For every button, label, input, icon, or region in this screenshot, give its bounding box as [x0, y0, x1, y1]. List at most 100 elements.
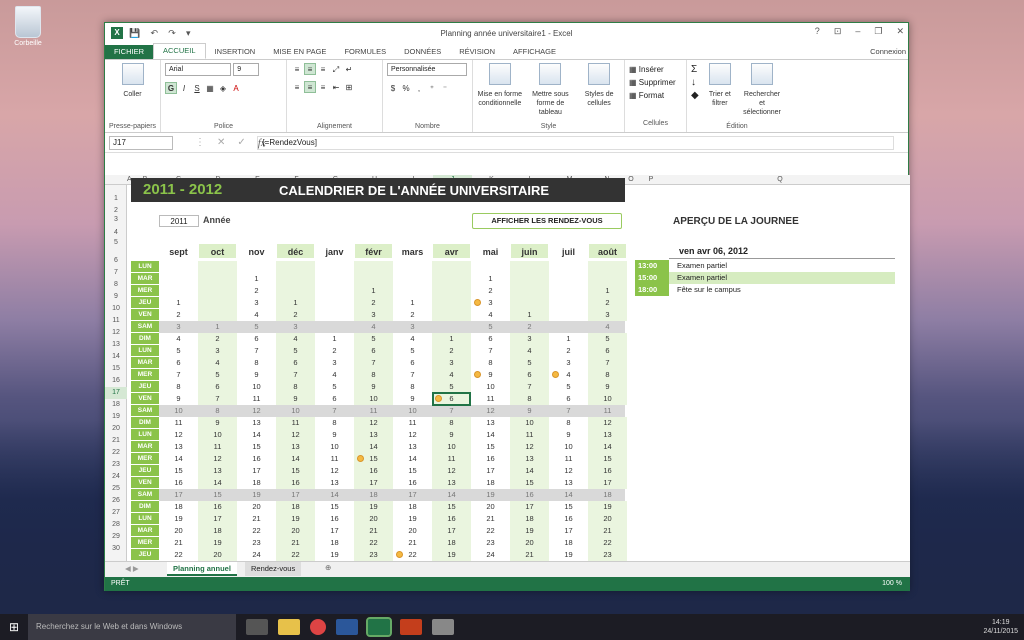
calendar-day-cell[interactable]: 15 — [510, 477, 549, 489]
calendar-day-cell[interactable]: 19 — [276, 513, 315, 525]
calendar-day-cell[interactable]: 15 — [549, 501, 588, 513]
calendar-day-cell[interactable]: 1 — [198, 321, 237, 333]
calendar-day-cell[interactable]: 16 — [354, 465, 393, 477]
calendar-day-cell[interactable]: 8 — [432, 417, 471, 429]
calendar-day-cell[interactable]: 10 — [237, 381, 276, 393]
calendar-day-cell[interactable]: 13 — [354, 429, 393, 441]
calendar-day-cell[interactable]: 4 — [510, 345, 549, 357]
calendar-day-cell[interactable]: 9 — [393, 393, 432, 405]
chrome-icon[interactable] — [310, 619, 326, 635]
tab-revision[interactable]: RÉVISION — [450, 45, 504, 59]
calendar-day-cell[interactable]: 14 — [276, 453, 315, 465]
clock[interactable]: 14:19 24/11/2015 — [983, 618, 1018, 636]
calendar-day-cell[interactable]: 18 — [198, 525, 237, 537]
calendar-day-cell[interactable]: 14 — [510, 465, 549, 477]
calendar-day-cell[interactable]: 1 — [432, 333, 471, 345]
calendar-day-cell[interactable]: 13 — [510, 453, 549, 465]
calendar-day-cell[interactable] — [315, 285, 354, 297]
calendar-day-cell[interactable]: 10 — [549, 441, 588, 453]
calendar-day-cell[interactable]: 20 — [393, 525, 432, 537]
calendar-day-cell[interactable]: 2 — [354, 297, 393, 309]
tab-formules[interactable]: FORMULES — [335, 45, 395, 59]
calendar-day-cell[interactable]: 15 — [315, 501, 354, 513]
calendar-day-cell[interactable]: 8 — [237, 357, 276, 369]
calendar-day-cell[interactable] — [432, 273, 471, 285]
row-header[interactable]: 18 — [105, 399, 127, 411]
calendar-day-cell[interactable]: 18 — [549, 537, 588, 549]
indent-icon[interactable]: ⇤ — [330, 81, 342, 93]
appointment-marker-icon[interactable] — [357, 455, 364, 462]
calendar-day-cell[interactable]: 10 — [588, 393, 627, 405]
calendar-day-cell[interactable] — [159, 261, 198, 273]
calendar-day-cell[interactable] — [198, 297, 237, 309]
autosum-icon[interactable]: Σ ↓ ◆ — [691, 63, 699, 129]
calendar-day-cell[interactable]: 15 — [588, 453, 627, 465]
column-header[interactable]: O — [625, 175, 637, 185]
border-icon[interactable]: ▦ — [204, 82, 216, 94]
calendar-day-cell[interactable]: 9 — [276, 393, 315, 405]
name-box[interactable]: J17 — [109, 135, 173, 150]
row-header[interactable]: 11 — [105, 315, 127, 327]
find-select-button[interactable]: Rechercher et sélectionner — [741, 63, 783, 129]
wrap-icon[interactable]: ↵ — [343, 63, 355, 75]
calendar-day-cell[interactable]: 16 — [588, 465, 627, 477]
calendar-day-cell[interactable]: 18 — [237, 477, 276, 489]
calendar-day-cell[interactable]: 17 — [471, 465, 510, 477]
calendar-day-cell[interactable]: 5 — [549, 381, 588, 393]
row-header[interactable]: 13 — [105, 339, 127, 351]
calendar-day-cell[interactable]: 15 — [276, 465, 315, 477]
calendar-day-cell[interactable]: 5 — [354, 333, 393, 345]
calendar-day-cell[interactable]: 4 — [159, 333, 198, 345]
calendar-day-cell[interactable]: 12 — [276, 429, 315, 441]
customize-icon[interactable]: ▾ — [186, 28, 191, 38]
calendar-day-cell[interactable]: 4 — [315, 369, 354, 381]
calendar-day-cell[interactable]: 13 — [549, 477, 588, 489]
row-header[interactable]: 17 — [105, 387, 127, 399]
calendar-day-cell[interactable]: 6 — [315, 393, 354, 405]
calendar-day-cell[interactable]: 19 — [393, 513, 432, 525]
zoom-level[interactable]: 100 % — [882, 577, 902, 591]
calendar-day-cell[interactable]: 4 — [198, 357, 237, 369]
row-header[interactable]: 26 — [105, 495, 127, 507]
calendar-day-cell[interactable]: 22 — [471, 525, 510, 537]
calendar-day-cell[interactable]: 4 — [276, 333, 315, 345]
calendar-day-cell[interactable]: 12 — [315, 465, 354, 477]
row-header[interactable]: 7 — [105, 267, 127, 279]
calendar-day-cell[interactable]: 2 — [159, 309, 198, 321]
calendar-day-cell[interactable]: 14 — [471, 429, 510, 441]
calendar-day-cell[interactable]: 12 — [471, 405, 510, 417]
calendar-day-cell[interactable]: 22 — [159, 549, 198, 561]
ribbon-display-icon[interactable]: ⊡ — [834, 26, 842, 37]
calendar-day-cell[interactable]: 20 — [471, 501, 510, 513]
calendar-day-cell[interactable]: 4 — [237, 309, 276, 321]
calendar-day-cell[interactable]: 7 — [393, 369, 432, 381]
minimize-button[interactable]: – — [855, 26, 860, 37]
calendar-day-cell[interactable]: 22 — [354, 537, 393, 549]
calendar-day-cell[interactable]: 3 — [159, 321, 198, 333]
row-header[interactable]: 30 — [105, 543, 127, 555]
calendar-day-cell[interactable] — [549, 297, 588, 309]
calendar-day-cell[interactable]: 11 — [471, 393, 510, 405]
calendar-day-cell[interactable]: 10 — [510, 417, 549, 429]
row-header[interactable]: 20 — [105, 423, 127, 435]
column-header[interactable]: Q — [665, 175, 895, 185]
calendar-day-cell[interactable] — [510, 297, 549, 309]
calendar-day-cell[interactable] — [237, 261, 276, 273]
row-header[interactable]: 3 — [105, 214, 127, 226]
calendar-day-cell[interactable]: 4 — [354, 321, 393, 333]
calendar-day-cell[interactable]: 4 — [471, 309, 510, 321]
calendar-day-cell[interactable]: 2 — [432, 345, 471, 357]
conditional-format-button[interactable]: Mise en forme conditionnelle — [477, 63, 523, 129]
calendar-day-cell[interactable] — [198, 273, 237, 285]
calendar-day-cell[interactable]: 5 — [393, 345, 432, 357]
calendar-day-cell[interactable]: 5 — [237, 321, 276, 333]
calendar-day-cell[interactable]: 10 — [198, 429, 237, 441]
delete-button[interactable]: ▦ Supprimer — [629, 76, 682, 89]
calendar-day-cell[interactable]: 8 — [588, 369, 627, 381]
calendar-day-cell[interactable]: 17 — [588, 477, 627, 489]
tab-affichage[interactable]: AFFICHAGE — [504, 45, 565, 59]
calendar-day-cell[interactable] — [315, 321, 354, 333]
calendar-day-cell[interactable]: 2 — [237, 285, 276, 297]
calendar-day-cell[interactable]: 16 — [549, 513, 588, 525]
row-header[interactable]: 29 — [105, 531, 127, 543]
